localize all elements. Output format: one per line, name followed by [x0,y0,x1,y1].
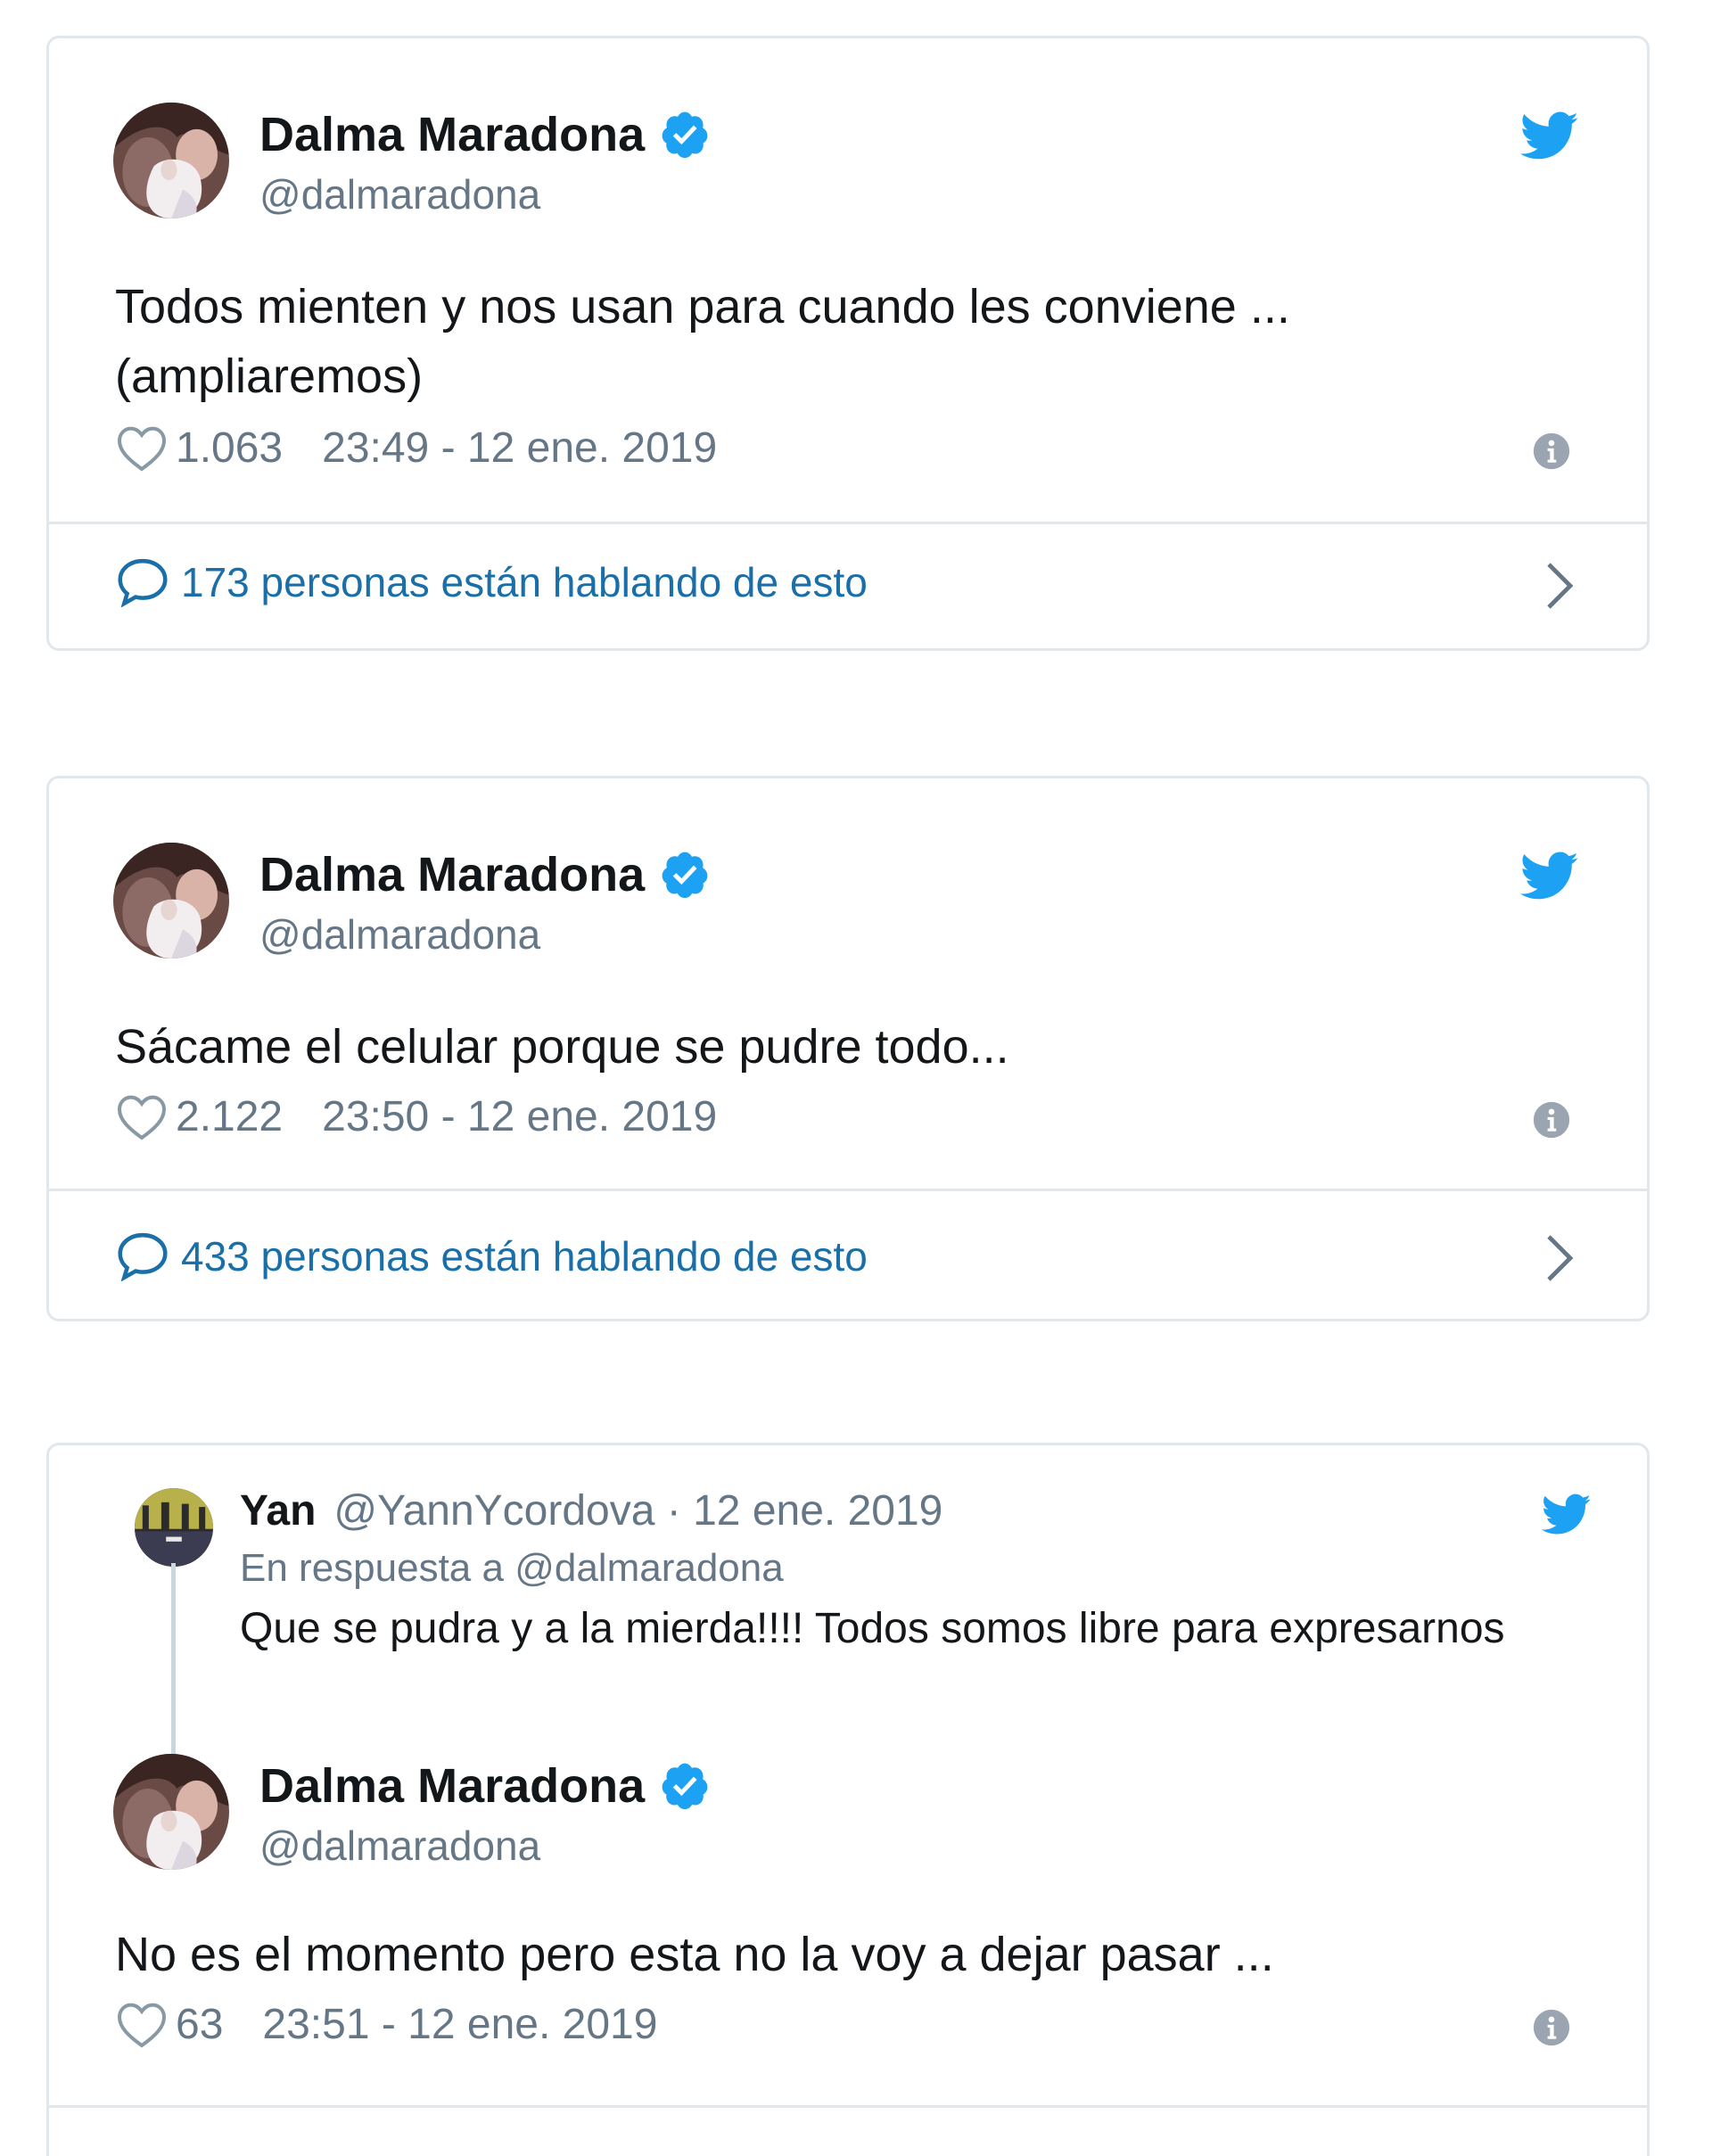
tweet-text: Todos mienten y nos usan para cuando les… [115,272,1506,411]
thread-line [171,1563,176,1757]
tweet-card[interactable]: Yan @YannYcordova · 12 ene. 2019 En respu… [46,1443,1650,2156]
divider [49,1189,1647,1191]
reply-avatar[interactable] [135,1488,213,1567]
tweet-card[interactable]: Dalma Maradona @dalmaradona Sácame el ce… [46,776,1650,1321]
twitter-bird-icon[interactable] [1520,111,1579,161]
timestamp[interactable]: 23:49 - 12 ene. 2019 [322,424,717,473]
tweet-text-line: (ampliaremos) [115,350,424,403]
conversation-count-text[interactable]: 433 personas están hablando de esto [181,1231,868,1281]
tweet-text-line: No es el momento pero esta no la voy a d… [115,1928,1274,1981]
verified-badge-icon [659,1760,711,1812]
tweet-text-line: Todos mienten y nos usan para cuando les… [115,280,1290,333]
twitter-bird-icon[interactable] [1520,852,1579,901]
info-icon[interactable] [1533,1101,1570,1139]
author-name-row[interactable]: Dalma Maradona [259,1759,711,1813]
author-name-row[interactable]: Dalma Maradona [259,848,711,901]
author-name-row[interactable]: Dalma Maradona [259,108,711,161]
avatar[interactable] [113,843,229,959]
conversation-link[interactable]: 433 personas están hablando de esto [117,1231,1593,1281]
timestamp[interactable]: 23:51 - 12 ene. 2019 [262,2000,657,2050]
info-icon[interactable] [1533,2009,1570,2046]
divider [49,2105,1647,2108]
conversation-link[interactable]: 173 personas están hablando de esto [117,557,1593,607]
reply-handle-date[interactable]: @YannYcordova · 12 ene. 2019 [333,1487,942,1535]
like-count[interactable]: 63 [176,2000,223,2050]
author-handle[interactable]: @dalmaradona [259,910,540,959]
tweet-meta: 1.063 23:49 - 12 ene. 2019 [117,424,717,473]
info-icon[interactable] [1533,432,1570,470]
in-reply-to[interactable]: En respuesta a @dalmaradona [240,1545,784,1592]
avatar[interactable] [113,1754,229,1870]
avatar[interactable] [113,103,229,218]
heart-icon[interactable] [117,1094,167,1140]
author-handle[interactable]: @dalmaradona [259,1822,540,1870]
tweet-meta: 63 23:51 - 12 ene. 2019 [117,2000,657,2050]
verified-badge-icon [659,109,711,160]
reply-author-name[interactable]: Yan [240,1487,316,1535]
heart-icon[interactable] [117,2002,167,2048]
author-name[interactable]: Dalma Maradona [259,1759,645,1813]
timestamp[interactable]: 23:50 - 12 ene. 2019 [322,1092,717,1142]
heart-icon[interactable] [117,425,167,472]
verified-badge-icon [659,849,711,901]
author-handle[interactable]: @dalmaradona [259,170,540,218]
like-count[interactable]: 2.122 [176,1092,283,1142]
tweet-text-line: Sácame el celular porque se pudre todo..… [115,1020,1009,1074]
tweet-card[interactable]: Dalma Maradona @dalmaradona Todos miente… [46,36,1650,651]
conversation-count-text[interactable]: 173 personas están hablando de esto [181,557,868,607]
author-name[interactable]: Dalma Maradona [259,848,645,901]
speech-bubble-icon [117,1231,169,1281]
reply-text: Que se pudra y a la mierda!!!! Todos som… [240,1605,1505,1652]
chevron-right-icon[interactable] [1545,561,1576,611]
tweet-text: Sácame el celular porque se pudre todo..… [115,1012,1506,1082]
chevron-right-icon[interactable] [1545,1233,1576,1283]
speech-bubble-icon [117,557,169,607]
reply-header[interactable]: Yan @YannYcordova · 12 ene. 2019 [240,1486,942,1536]
divider [49,522,1647,524]
like-count[interactable]: 1.063 [176,424,283,473]
twitter-bird-icon[interactable] [1542,1494,1592,1536]
tweet-meta: 2.122 23:50 - 12 ene. 2019 [117,1092,717,1142]
tweet-text: No es el momento pero esta no la voy a d… [115,1920,1506,1989]
author-name[interactable]: Dalma Maradona [259,108,645,161]
